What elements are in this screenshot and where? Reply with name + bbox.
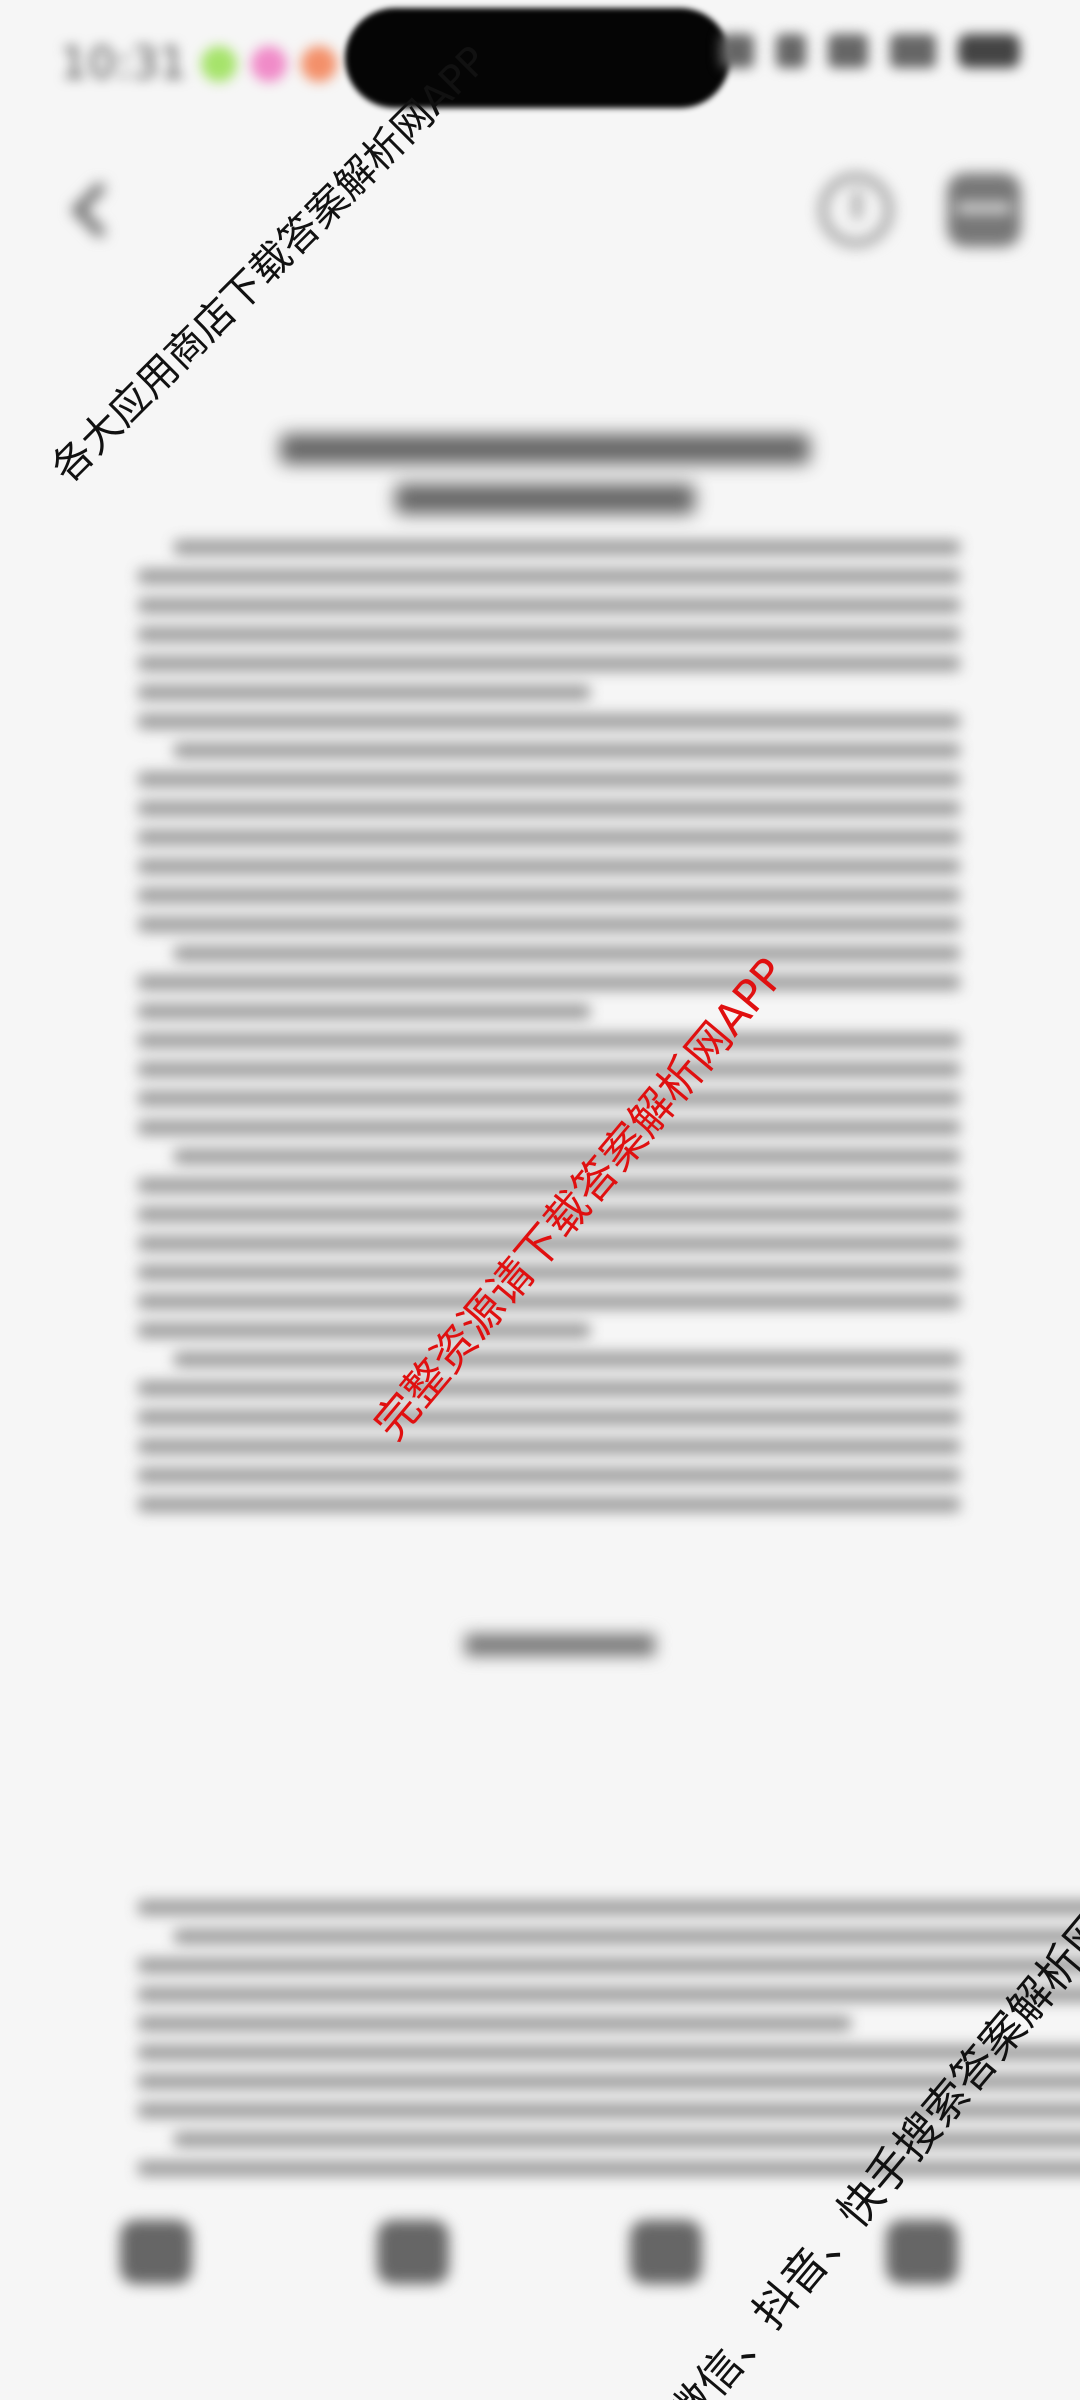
bookshelf-icon [120, 2220, 192, 2284]
status-bar: 10:31 [0, 0, 1080, 110]
doc-text-line [138, 714, 960, 729]
nav-item-2[interactable] [323, 2220, 503, 2302]
doc-text-line [138, 1294, 960, 1309]
bottom-nav [0, 2190, 1080, 2400]
back-button[interactable] [48, 168, 132, 252]
doc-text-line [138, 772, 960, 787]
signal-icon [890, 34, 936, 68]
doc-text-line [138, 1091, 960, 1106]
doc-text-line [138, 1468, 960, 1483]
doc-text-line [138, 685, 590, 700]
doc-text-line [174, 946, 960, 961]
doc-text-line [138, 2161, 1080, 2176]
doc-text-line [174, 743, 960, 758]
vibrate-icon [776, 34, 806, 68]
doc-text-line [138, 859, 960, 874]
doc-text-line [138, 975, 960, 990]
answer-icon [630, 2220, 702, 2284]
doc-text-line [138, 1004, 590, 1019]
doc-text-line [174, 1352, 960, 1367]
status-time: 10:31 [60, 38, 187, 89]
clock-icon [819, 173, 893, 247]
doc-text-line [138, 1439, 960, 1454]
doc-text-line [138, 656, 960, 671]
history-button[interactable] [814, 168, 898, 252]
menu-button[interactable] [942, 168, 1026, 252]
doc-text-line [138, 1062, 960, 1077]
doc-text-line [138, 1033, 960, 1048]
nfc-icon [720, 34, 754, 68]
screen: 10:31 各大应用商店下载答案解析网APP 完整资源请下载答案解析网APP 微… [0, 0, 1080, 2400]
doc-text-line [138, 801, 960, 816]
doc-text-line [138, 830, 960, 845]
status-left: 10:31 [60, 38, 337, 89]
doc-text-line [138, 1958, 1080, 1973]
doc-text-line [174, 1929, 1080, 1944]
notification-dot-3 [300, 45, 337, 82]
doc-title [280, 434, 810, 464]
doc-subtitle [395, 484, 695, 514]
doc-text-line [138, 1381, 960, 1396]
doc-text-line [138, 569, 960, 584]
top-toolbar [0, 150, 1080, 270]
battery-icon [958, 34, 1020, 68]
notification-dot-1 [200, 45, 237, 82]
doc-text-line [138, 1987, 1080, 2002]
doc-text-line [174, 540, 960, 555]
doc-text-line [138, 1120, 960, 1135]
doc-text-line [138, 598, 960, 613]
doc-text-line [138, 1410, 960, 1425]
doc-text-line [138, 627, 960, 642]
doc-text-line [138, 2016, 851, 2031]
back-arrow-icon [70, 181, 128, 239]
doc-text-line [138, 1497, 960, 1512]
status-right [720, 34, 1020, 68]
doc-text-line [138, 1323, 590, 1338]
nav-item-3[interactable] [576, 2220, 756, 2302]
document-icon [377, 2220, 449, 2284]
notification-dot-2 [250, 45, 287, 82]
grid-menu-icon [947, 173, 1021, 247]
wifi-icon [828, 34, 868, 68]
more-icon [886, 2220, 958, 2284]
doc-text-line [138, 1900, 1080, 1915]
doc-text-line [138, 888, 960, 903]
page-number [465, 1634, 655, 1656]
nav-item-1[interactable] [66, 2220, 246, 2302]
doc-text-line [138, 917, 960, 932]
